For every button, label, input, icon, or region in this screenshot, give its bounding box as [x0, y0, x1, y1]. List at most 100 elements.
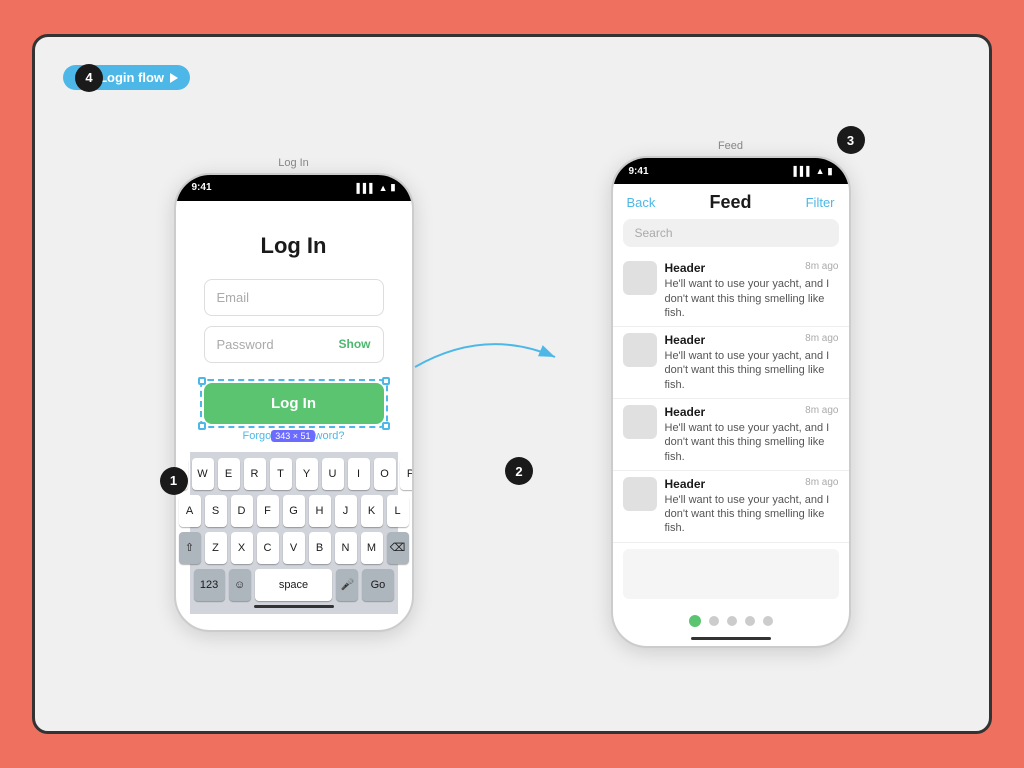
handle-tl[interactable] [198, 377, 206, 385]
feed-item-time-4: 8m ago [805, 477, 838, 491]
login-title: Log In [204, 233, 384, 259]
keyboard-row-3: ⇧ Z X C V B N M ⌫ [194, 532, 394, 564]
show-password-button[interactable]: Show [339, 337, 371, 351]
key-space[interactable]: space [255, 569, 333, 601]
key-l[interactable]: L [387, 495, 409, 527]
key-o[interactable]: O [374, 458, 396, 490]
key-123[interactable]: 123 [194, 569, 225, 601]
battery-icon: ▮ [391, 182, 396, 193]
feed-item-time-1: 8m ago [805, 261, 838, 275]
feed-item-name-4: Header [665, 477, 706, 491]
feed-item-text-3: He'll want to use your yacht, and I don'… [665, 421, 839, 464]
key-y[interactable]: Y [296, 458, 318, 490]
login-flow-badge[interactable]: 4 Login flow [63, 65, 190, 90]
play-icon [170, 73, 178, 83]
key-h[interactable]: H [309, 495, 331, 527]
badge-3: 3 [837, 126, 865, 154]
key-w[interactable]: W [192, 458, 214, 490]
key-shift[interactable]: ⇧ [179, 532, 201, 564]
main-frame: 4 Login flow Log In 9:41 ▌▌▌ ▲ ▮ Log In [32, 34, 992, 734]
email-field[interactable]: Email [204, 279, 384, 316]
login-phone-label: Log In [278, 157, 309, 169]
key-c[interactable]: C [257, 532, 279, 564]
key-m[interactable]: M [361, 532, 383, 564]
key-k[interactable]: K [361, 495, 383, 527]
feed-battery-icon: ▮ [828, 166, 833, 177]
key-p[interactable]: P [400, 458, 414, 490]
feed-dot-3[interactable] [727, 616, 737, 626]
badge-2: 2 [505, 457, 533, 485]
feed-item-content-2: Header 8m ago He'll want to use your yac… [665, 333, 839, 392]
dimension-badge: 343 × 51 [271, 430, 314, 442]
feed-pagination-dots [613, 605, 849, 633]
key-emoji[interactable]: ☺ [229, 569, 251, 601]
login-flow-label: Login flow [99, 70, 164, 85]
handle-br[interactable] [382, 422, 390, 430]
forgot-suffix: word? [315, 430, 345, 442]
key-backspace[interactable]: ⌫ [387, 532, 409, 564]
feed-search-input[interactable]: Search [623, 219, 839, 247]
key-v[interactable]: V [283, 532, 305, 564]
feed-phone-content: Back Feed Filter Search Header 8m ago He… [613, 184, 849, 640]
keyboard-row-1: Q W E R T Y U I O P [194, 458, 394, 490]
feed-dot-2[interactable] [709, 616, 719, 626]
login-button[interactable]: Log In [204, 383, 384, 424]
login-phone-container: Log In 9:41 ▌▌▌ ▲ ▮ Log In Email [174, 157, 414, 632]
feed-home-bar [691, 637, 771, 640]
feed-nav: Back Feed Filter [613, 184, 849, 219]
forgot-password-text[interactable]: Forgo343 × 51word? [204, 430, 384, 442]
forgot-prefix: Forgo [242, 430, 271, 442]
feed-item-text-1: He'll want to use your yacht, and I don'… [665, 277, 839, 320]
handle-tr[interactable] [382, 377, 390, 385]
key-mic[interactable]: 🎤 [336, 569, 358, 601]
password-field[interactable]: Password Show [204, 326, 384, 363]
keyboard: Q W E R T Y U I O P A S D [190, 452, 398, 614]
key-u[interactable]: U [322, 458, 344, 490]
key-f[interactable]: F [257, 495, 279, 527]
feed-avatar-4 [623, 477, 657, 511]
feed-item-content-4: Header 8m ago He'll want to use your yac… [665, 477, 839, 536]
handle-bl[interactable] [198, 422, 206, 430]
feed-avatar-3 [623, 405, 657, 439]
feed-status-bar: 9:41 ▌▌▌ ▲ ▮ [613, 158, 849, 184]
email-placeholder: Email [217, 290, 250, 305]
feed-dot-1[interactable] [689, 615, 701, 627]
feed-dot-4[interactable] [745, 616, 755, 626]
key-t[interactable]: T [270, 458, 292, 490]
signal-icon: ▌▌▌ [356, 183, 375, 193]
key-g[interactable]: G [283, 495, 305, 527]
key-s[interactable]: S [205, 495, 227, 527]
key-n[interactable]: N [335, 532, 357, 564]
key-j[interactable]: J [335, 495, 357, 527]
feed-dot-5[interactable] [763, 616, 773, 626]
feed-item-header-4: Header 8m ago [665, 477, 839, 491]
key-b[interactable]: B [309, 532, 331, 564]
feed-item-content-1: Header 8m ago He'll want to use your yac… [665, 261, 839, 320]
key-x[interactable]: X [231, 532, 253, 564]
feed-signal-icon: ▌▌▌ [793, 166, 812, 176]
feed-filter-button[interactable]: Filter [806, 195, 835, 210]
feed-item-name-2: Header [665, 333, 706, 347]
feed-notch [681, 164, 761, 178]
feed-item-1: Header 8m ago He'll want to use your yac… [613, 255, 849, 327]
key-a[interactable]: A [179, 495, 201, 527]
key-d[interactable]: D [231, 495, 253, 527]
key-r[interactable]: R [244, 458, 266, 490]
feed-back-button[interactable]: Back [627, 195, 656, 210]
feed-empty-box [623, 549, 839, 599]
feed-item-header-3: Header 8m ago [665, 405, 839, 419]
login-notch [244, 181, 324, 195]
feed-wifi-icon: ▲ [816, 166, 825, 176]
feed-avatar-1 [623, 261, 657, 295]
key-i[interactable]: I [348, 458, 370, 490]
login-status-icons: ▌▌▌ ▲ ▮ [356, 182, 395, 193]
key-z[interactable]: Z [205, 532, 227, 564]
login-status-bar: 9:41 ▌▌▌ ▲ ▮ [176, 175, 412, 201]
feed-item-name-1: Header [665, 261, 706, 275]
feed-item-time-2: 8m ago [805, 333, 838, 347]
key-e[interactable]: E [218, 458, 240, 490]
key-go[interactable]: Go [362, 569, 393, 601]
login-phone-content: Log In Email Password Show [176, 201, 412, 630]
connection-arrow [395, 317, 575, 397]
feed-item-2: Header 8m ago He'll want to use your yac… [613, 327, 849, 399]
